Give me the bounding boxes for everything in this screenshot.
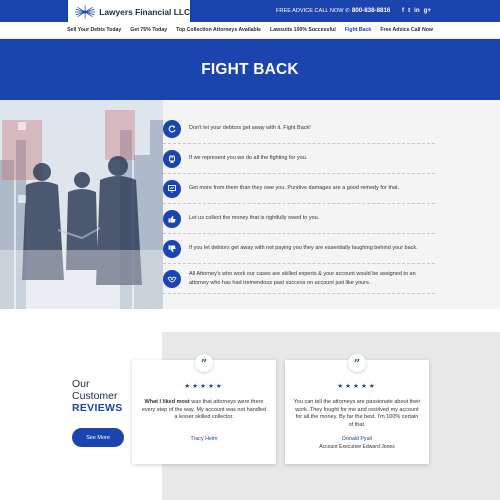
brand-name: Lawyers Financial LLC	[99, 7, 190, 17]
feature-item: Let us collect the money that is rightfu…	[163, 204, 435, 234]
business-handshake-photo	[0, 100, 163, 309]
feature-item: If we represent you we do all the fighti…	[163, 144, 435, 174]
main-nav: Sell Your Debts Today Get 75% Today Top …	[0, 22, 500, 39]
reviews-heading-line1: Our	[72, 378, 90, 390]
feature-text: If you let debtors get away with not pay…	[189, 245, 418, 252]
nav-item-fight-back[interactable]: Fight Back	[345, 27, 372, 33]
page-title: FIGHT BACK	[201, 60, 299, 78]
linkedin-icon[interactable]: in	[414, 6, 420, 15]
reviews-heading: Our Customer REVIEWS	[72, 378, 123, 415]
nav-item-get-75[interactable]: Get 75% Today	[130, 27, 167, 33]
logo[interactable]: Lawyers Financial LLC	[68, 0, 190, 24]
nav-item-sell-debts[interactable]: Sell Your Debts Today	[67, 27, 121, 33]
facebook-icon[interactable]: f	[402, 6, 404, 15]
feature-text: If we represent you we do all the fighti…	[189, 155, 308, 162]
review-text: What I liked most was that attorneys wer…	[140, 399, 268, 422]
feature-item: Don't let your debtors get away with it.…	[163, 114, 435, 144]
free-advice-phone[interactable]: FREE ADVICE CALL NOW ✆ 800-838-8816	[276, 7, 390, 14]
see-more-button[interactable]: See More	[72, 428, 124, 447]
review-card: ” ★★★★★ What I liked most was that attor…	[132, 354, 276, 464]
thumbs-up-icon	[163, 209, 181, 228]
feature-list: Don't let your debtors get away with it.…	[163, 114, 435, 294]
presentation-icon	[163, 179, 181, 198]
reviewer-role: Account Executive Edward Jones	[319, 444, 395, 450]
review-text: You can tell the attorneys are passionat…	[293, 399, 421, 430]
feature-item: If you let debtors get away with not pay…	[163, 234, 435, 264]
reviews-heading-line3: REVIEWS	[72, 402, 123, 415]
star-rating: ★★★★★	[184, 383, 224, 390]
handshake-icon	[163, 269, 181, 288]
social-links: f t in g+	[402, 6, 431, 15]
feature-text: Get more from them than they owe you. Pu…	[189, 185, 400, 192]
nav-item-top-attorneys[interactable]: Top Collection Attorneys Available	[176, 27, 261, 33]
feature-item: Get more from them than they owe you. Pu…	[163, 174, 435, 204]
twitter-icon[interactable]: t	[408, 6, 410, 15]
nav-item-free-advice[interactable]: Free Advice Call Now	[380, 27, 433, 33]
feature-text: All Attorney's who work our cases are sk…	[189, 270, 416, 286]
refresh-icon	[163, 119, 181, 138]
quote-icon: ”	[195, 354, 213, 372]
hero-banner: FIGHT BACK	[0, 39, 500, 100]
reviewer-name: Donald Pyall	[342, 436, 372, 442]
thumbs-down-icon	[163, 239, 181, 258]
feature-text: Don't let your debtors get away with it.…	[189, 125, 311, 132]
review-text-bold: What I liked most	[144, 399, 190, 405]
nav-item-lawsuits[interactable]: Lawsuits 100% Successful	[270, 27, 336, 33]
reviewer-name: Tracy Helm	[190, 436, 218, 442]
feature-text: Let us collect the money that is rightfu…	[189, 215, 320, 222]
star-rating: ★★★★★	[337, 383, 377, 390]
quote-icon: ”	[348, 354, 366, 372]
fist-icon	[163, 149, 181, 168]
review-text-body: You can tell the attorneys are passionat…	[293, 399, 421, 429]
review-card: ” ★★★★★ You can tell the attorneys are p…	[285, 354, 429, 464]
phone-number: 800-838-8816	[351, 7, 391, 14]
logo-star-icon	[74, 5, 96, 19]
feature-item: All Attorney's who work our cases are sk…	[163, 264, 435, 294]
reviews-heading-line2: Customer	[72, 390, 118, 403]
google-plus-icon[interactable]: g+	[424, 6, 431, 15]
